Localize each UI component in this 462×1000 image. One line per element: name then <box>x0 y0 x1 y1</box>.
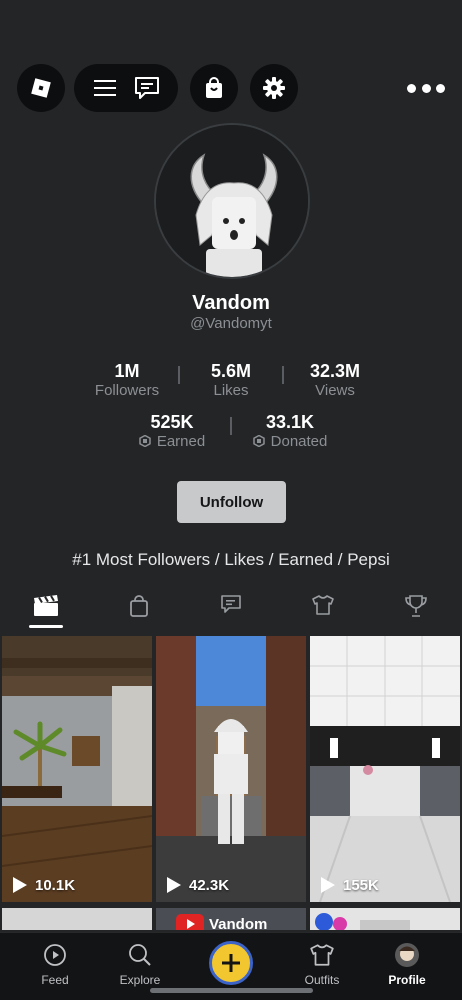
roblox-logo-icon <box>31 78 51 98</box>
gear-icon <box>263 77 285 99</box>
create-button[interactable] <box>209 941 253 985</box>
display-name: Vandom <box>192 292 270 314</box>
tab-videos[interactable] <box>16 595 76 628</box>
stat-value: 5.6M <box>210 361 252 381</box>
video-card[interactable]: Vandom <box>156 908 306 930</box>
avatar-icon <box>395 943 419 967</box>
divider <box>230 417 232 435</box>
avatar-image <box>156 125 308 277</box>
youtube-icon <box>176 914 204 930</box>
stat-label: Likes <box>213 382 249 399</box>
stat-label-row: Earned <box>132 433 212 451</box>
stat-label: Donated <box>270 433 328 450</box>
youtube-badge: Vandom <box>176 914 267 930</box>
play-icon <box>167 877 181 893</box>
tab-posts[interactable] <box>201 595 261 615</box>
divider <box>178 366 180 384</box>
tab-shop[interactable] <box>109 595 169 617</box>
active-tab-indicator <box>29 625 64 628</box>
video-thumbnail <box>315 913 410 930</box>
roblox-logo-button[interactable] <box>17 64 65 112</box>
username: @Vandomyt <box>190 315 272 332</box>
shirt-icon <box>312 595 335 615</box>
shopping-bag-icon <box>206 77 222 98</box>
robux-icon <box>139 435 151 447</box>
stat-value: 32.3M <box>309 361 361 381</box>
tab-outfits[interactable] <box>293 595 353 615</box>
video-card[interactable] <box>310 908 460 930</box>
plus-icon <box>222 954 240 972</box>
nav-label: Profile <box>388 973 426 987</box>
nav-label: Feed <box>41 973 69 987</box>
shop-button[interactable] <box>190 64 238 112</box>
earned-stat: 525K Earned <box>132 411 212 451</box>
view-count-text: 10.1K <box>35 876 76 894</box>
video-thumbnail <box>2 636 152 902</box>
trophy-icon <box>404 595 427 617</box>
chat-icon <box>221 595 241 613</box>
clapperboard-icon <box>34 595 59 616</box>
views-stat: 32.3M Views <box>302 360 368 400</box>
chat-icon <box>134 77 159 99</box>
stat-label-row: Donated <box>250 433 330 451</box>
more-dot-icon <box>436 83 445 93</box>
view-count-text: 42.3K <box>189 876 230 894</box>
divider <box>282 366 284 384</box>
more-dot-icon <box>421 83 431 93</box>
shirt-icon <box>310 944 334 966</box>
video-thumbnail <box>156 636 306 902</box>
youtube-label: Vandom <box>209 915 268 931</box>
profile-avatar[interactable] <box>154 123 310 279</box>
video-card[interactable] <box>2 908 152 930</box>
video-thumbnail <box>310 636 460 902</box>
nav-outfits[interactable]: Outfits <box>282 941 362 987</box>
nav-feed[interactable]: Feed <box>15 941 95 987</box>
nav-explore[interactable]: Explore <box>100 941 180 987</box>
profile-bio: #1 Most Followers / Likes / Earned / Pep… <box>72 550 390 569</box>
top-bar <box>17 64 445 112</box>
stat-value: 33.1K <box>265 412 315 432</box>
menu-button[interactable] <box>93 78 117 98</box>
more-dot-icon <box>407 83 416 93</box>
play-icon <box>321 877 335 893</box>
shopping-bag-icon <box>129 595 148 617</box>
home-indicator <box>150 988 313 993</box>
unfollow-button[interactable]: Unfollow <box>177 481 286 523</box>
nav-label: Outfits <box>304 973 340 987</box>
video-card[interactable]: 42.3K <box>156 636 306 902</box>
content-tabs <box>0 595 462 631</box>
menu-chat-pill <box>74 64 178 112</box>
view-count: 42.3K <box>164 876 229 894</box>
tab-achievements[interactable] <box>386 595 446 617</box>
robux-stats-row: 525K Earned 33.1K Donated <box>0 411 462 451</box>
video-card[interactable]: 155K <box>310 636 460 902</box>
play-icon <box>13 877 27 893</box>
settings-button[interactable] <box>250 64 298 112</box>
nav-label: Explore <box>119 973 161 987</box>
more-options-button[interactable] <box>407 74 445 102</box>
stat-label: Views <box>315 382 355 399</box>
likes-stat: 5.6M Likes <box>198 360 264 400</box>
view-count: 155K <box>318 876 379 894</box>
nav-profile[interactable]: Profile <box>367 941 447 987</box>
robux-icon <box>252 435 265 447</box>
stat-label: Followers <box>94 382 160 399</box>
stat-label: Earned <box>156 433 206 450</box>
video-grid: 10.1K 42.3K 155K Vandom <box>2 636 460 930</box>
stat-value: 1M <box>114 361 140 381</box>
video-card[interactable]: 10.1K <box>2 636 152 902</box>
play-circle-icon <box>44 944 66 966</box>
chat-button[interactable] <box>134 76 160 100</box>
stats-row: 1M Followers 5.6M Likes 32.3M Views <box>0 360 462 400</box>
hamburger-icon <box>93 80 116 96</box>
donated-stat: 33.1K Donated <box>250 411 330 451</box>
search-icon <box>129 944 151 966</box>
followers-stat[interactable]: 1M Followers <box>94 360 160 400</box>
stat-value: 525K <box>150 412 194 432</box>
view-count: 10.1K <box>10 876 75 894</box>
view-count-text: 155K <box>343 876 379 894</box>
